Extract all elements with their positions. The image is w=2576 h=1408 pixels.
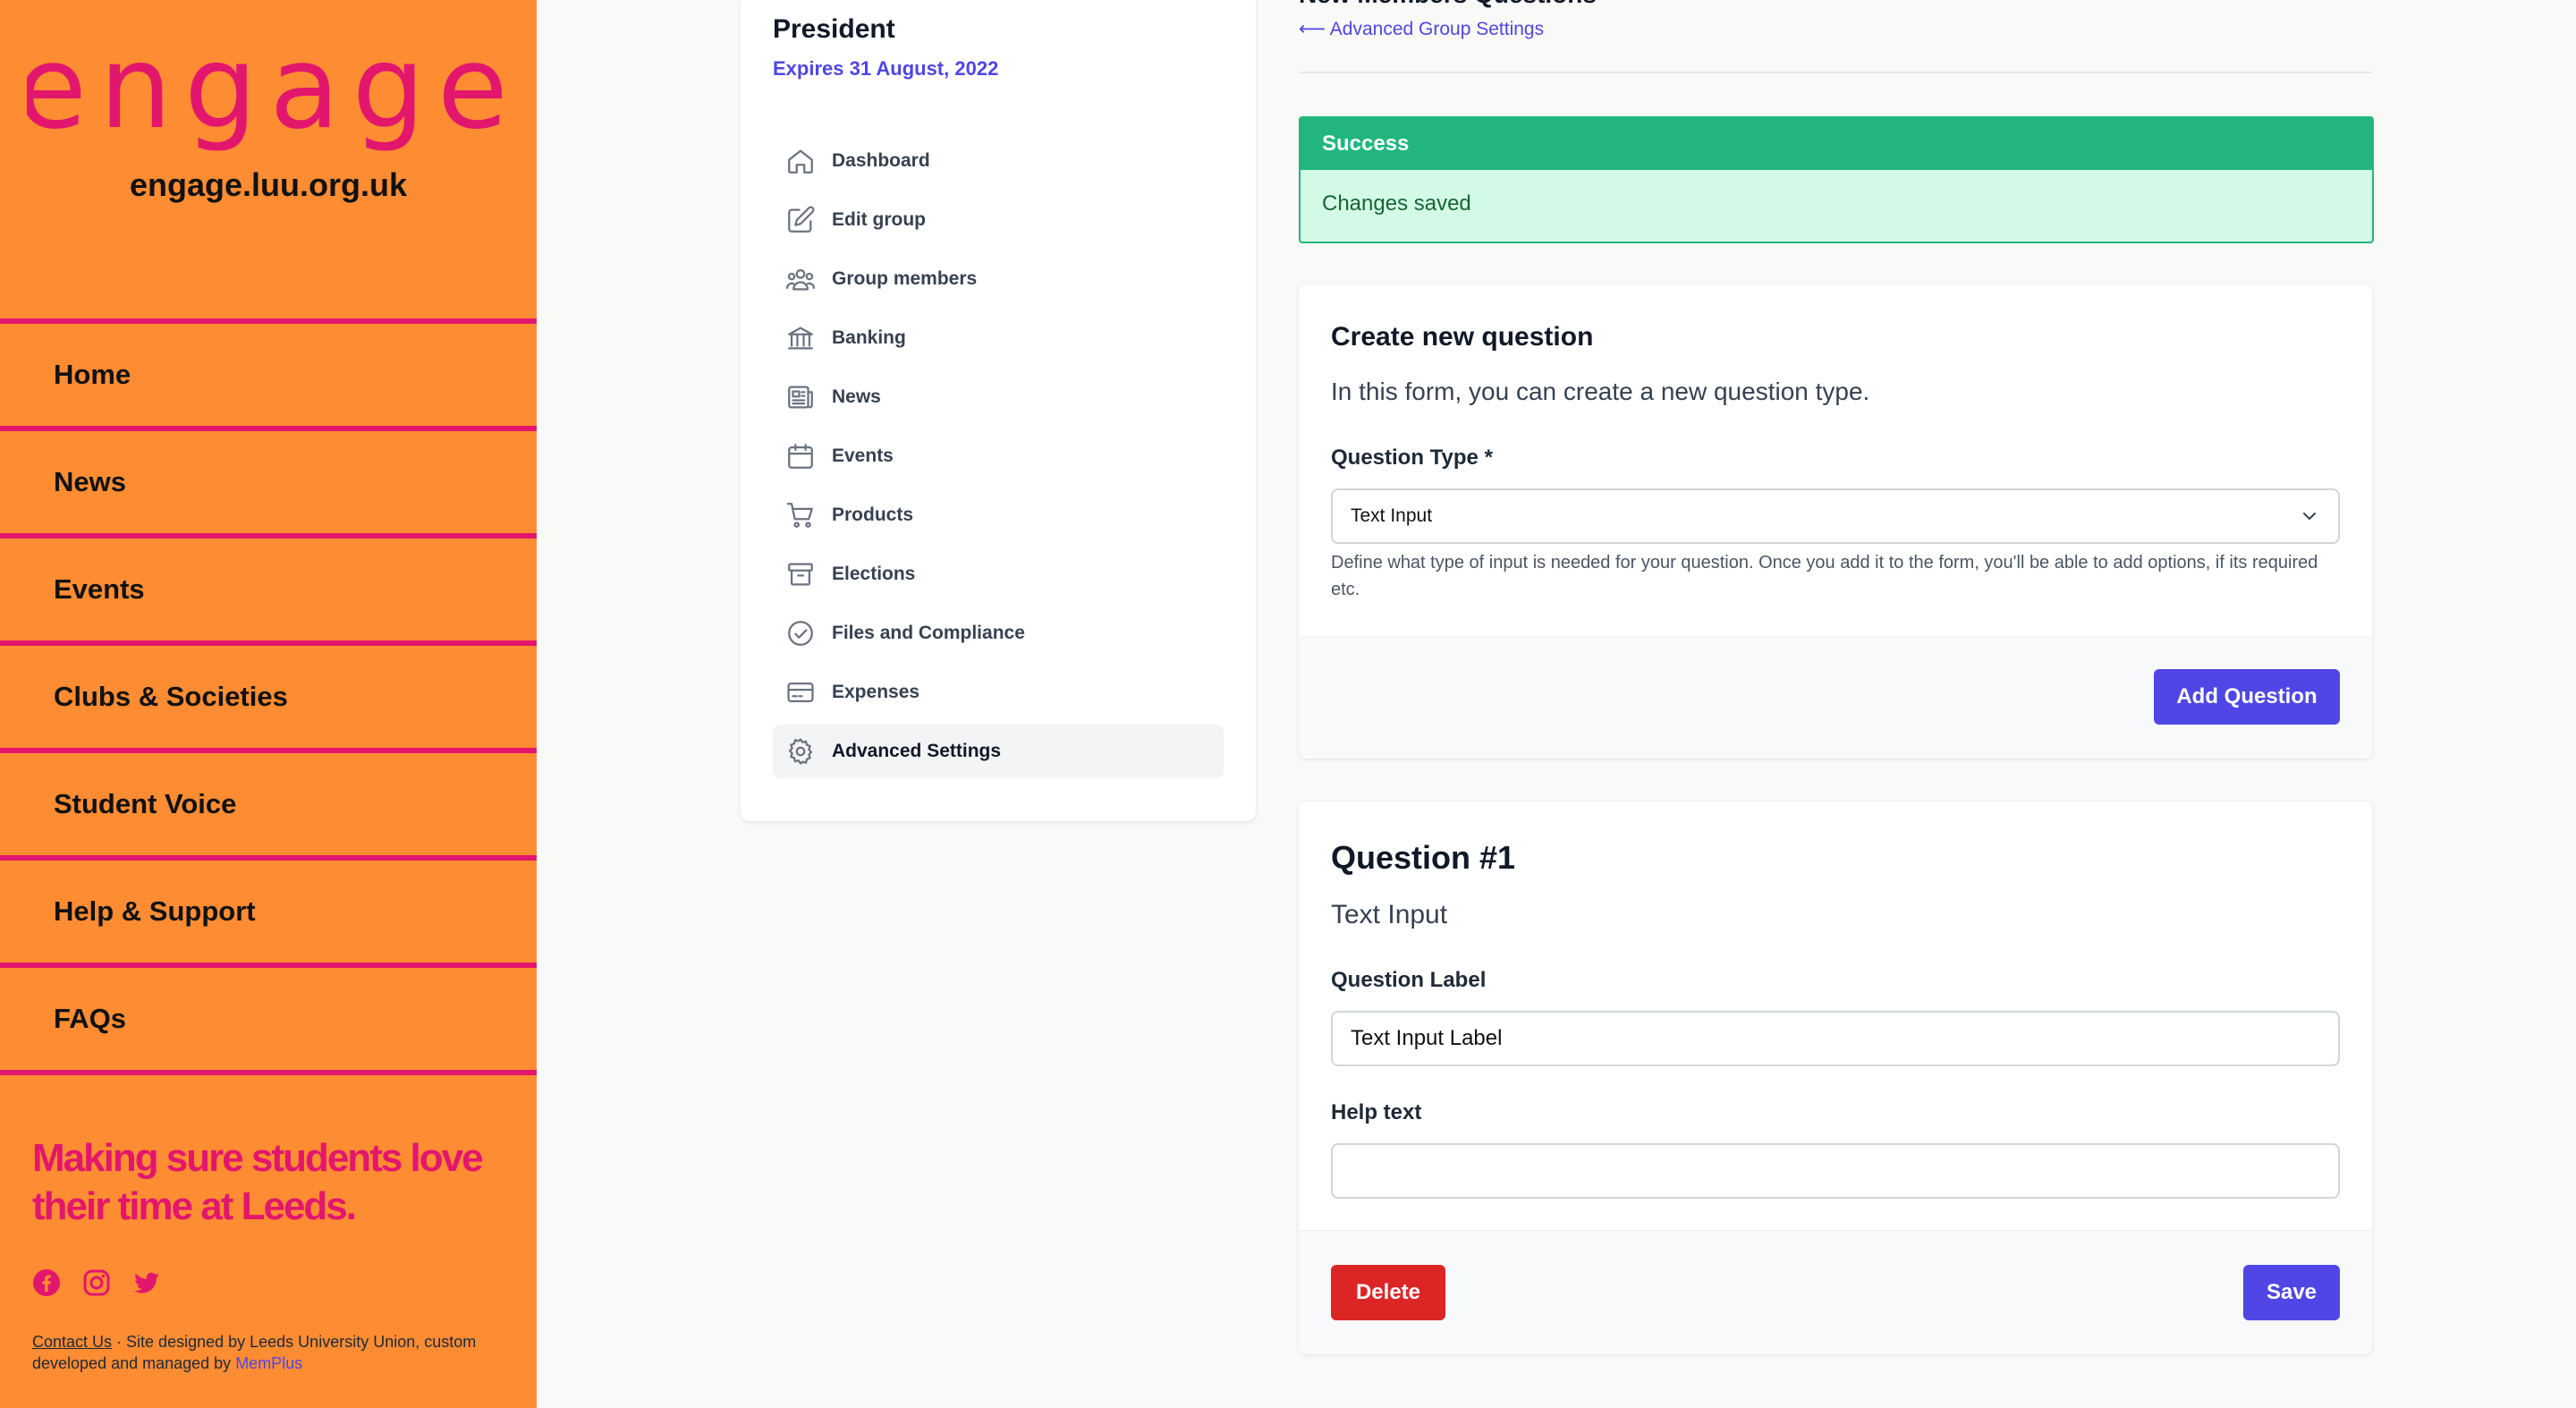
check-circle-icon (788, 621, 813, 646)
menu-item-label: Products (832, 505, 914, 525)
home-icon (788, 149, 813, 174)
menu-item-events[interactable]: Events (773, 429, 1224, 483)
create-card-footer: Add Question (1299, 636, 2372, 759)
menu-item-label: Expenses (832, 682, 920, 702)
menu-item-elections[interactable]: Elections (773, 547, 1224, 601)
newspaper-icon (788, 386, 813, 409)
nav-item-faqs[interactable]: FAQs (0, 963, 537, 1075)
add-question-button[interactable]: Add Question (2154, 669, 2340, 725)
role-expiry: Expires 31 August, 2022 (773, 57, 999, 80)
menu-item-products[interactable]: Products (773, 488, 1224, 542)
question-1-type: Text Input (1331, 900, 1448, 929)
question-1-card: Question #1 Text Input Question Label Te… (1299, 802, 2372, 1354)
question-type-select[interactable]: Text Input (1331, 488, 2340, 544)
question-label-input[interactable]: Text Input Label (1331, 1011, 2340, 1066)
menu-item-dashboard[interactable]: Dashboard (773, 134, 1224, 188)
credit-card-icon (787, 682, 814, 703)
menu-item-edit-group[interactable]: Edit group (773, 193, 1224, 247)
question-type-label: Question Type * (1331, 445, 1493, 470)
question-type-value: Text Input (1351, 505, 1433, 526)
page-heading: New Members Questions (1299, 0, 1597, 9)
question-type-help: Define what type of input is needed for … (1331, 553, 2318, 599)
menu-item-expenses[interactable]: Expenses (773, 666, 1224, 719)
group-menu: Dashboard Edit group Group members Banki… (773, 134, 1224, 784)
nav-item-help-support[interactable]: Help & Support (0, 855, 537, 963)
menu-item-files-compliance[interactable]: Files and Compliance (773, 606, 1224, 660)
menu-item-label: News (832, 386, 881, 407)
create-question-subtitle: In this form, you can create a new quest… (1331, 377, 1870, 405)
alert-message: Changes saved (1322, 191, 1471, 216)
social-links (32, 1268, 161, 1297)
group-menu-card: President Expires 31 August, 2022 Dashbo… (741, 0, 1256, 821)
twitter-icon[interactable] (132, 1268, 161, 1297)
delete-question-button[interactable]: Delete (1331, 1265, 1445, 1320)
back-link-advanced-group-settings[interactable]: ⟵ Advanced Group Settings (1299, 18, 1544, 40)
footer-credit: Contact Us · Site designed by Leeds Univ… (32, 1331, 515, 1374)
engage-logo-text: engage (27, 38, 510, 154)
contact-us-link[interactable]: Contact Us (32, 1333, 112, 1351)
cart-icon (786, 503, 813, 528)
menu-item-label: Advanced Settings (832, 741, 1002, 761)
gear-icon (788, 738, 813, 765)
chevron-down-icon (2303, 513, 2316, 520)
bank-icon (788, 327, 813, 350)
main-nav: Home News Events Clubs & Societies Stude… (0, 318, 537, 1075)
success-alert: Success Changes saved (1299, 116, 2374, 243)
help-text-input[interactable] (1331, 1143, 2340, 1199)
menu-item-news[interactable]: News (773, 370, 1224, 424)
memplus-link[interactable]: MemPlus (235, 1354, 302, 1372)
question-1-title: Question #1 (1331, 839, 1516, 876)
menu-item-label: Edit group (832, 209, 926, 230)
nav-item-home[interactable]: Home (0, 318, 537, 426)
menu-item-advanced-settings[interactable]: Advanced Settings (773, 725, 1224, 778)
users-icon (785, 268, 816, 291)
save-question-button[interactable]: Save (2243, 1265, 2340, 1320)
menu-item-banking[interactable]: Banking (773, 311, 1224, 365)
menu-item-label: Events (832, 445, 894, 466)
instagram-icon[interactable] (82, 1268, 111, 1297)
help-text-label: Help text (1331, 1100, 1422, 1124)
menu-item-label: Dashboard (832, 150, 930, 171)
menu-item-label: Group members (832, 268, 978, 289)
nav-item-clubs-societies[interactable]: Clubs & Societies (0, 640, 537, 748)
heading-divider (1299, 72, 2372, 73)
role-title: President (773, 14, 895, 44)
menu-item-label: Banking (832, 327, 906, 348)
archive-box-icon (788, 563, 813, 586)
nav-item-student-voice[interactable]: Student Voice (0, 748, 537, 855)
create-question-title: Create new question (1331, 322, 1594, 352)
menu-item-label: Elections (832, 564, 916, 584)
menu-item-group-members[interactable]: Group members (773, 252, 1224, 306)
pencil-square-icon (788, 206, 815, 233)
site-sidebar: engage engage.luu.org.uk Home News Event… (0, 0, 537, 1408)
question-label-label: Question Label (1331, 968, 1487, 992)
tagline: Making sure students love their time at … (32, 1136, 484, 1228)
facebook-icon[interactable] (32, 1268, 61, 1297)
alert-title: Success (1301, 118, 2372, 170)
calendar-icon (788, 444, 813, 469)
question-1-footer: Delete Save (1299, 1230, 2372, 1354)
nav-item-news[interactable]: News (0, 426, 537, 533)
engage-logo[interactable]: engage (27, 38, 510, 154)
menu-item-label: Files and Compliance (832, 623, 1025, 643)
nav-item-events[interactable]: Events (0, 533, 537, 640)
site-url: engage.luu.org.uk (129, 166, 408, 203)
create-question-card: Create new question In this form, you ca… (1299, 284, 2372, 759)
